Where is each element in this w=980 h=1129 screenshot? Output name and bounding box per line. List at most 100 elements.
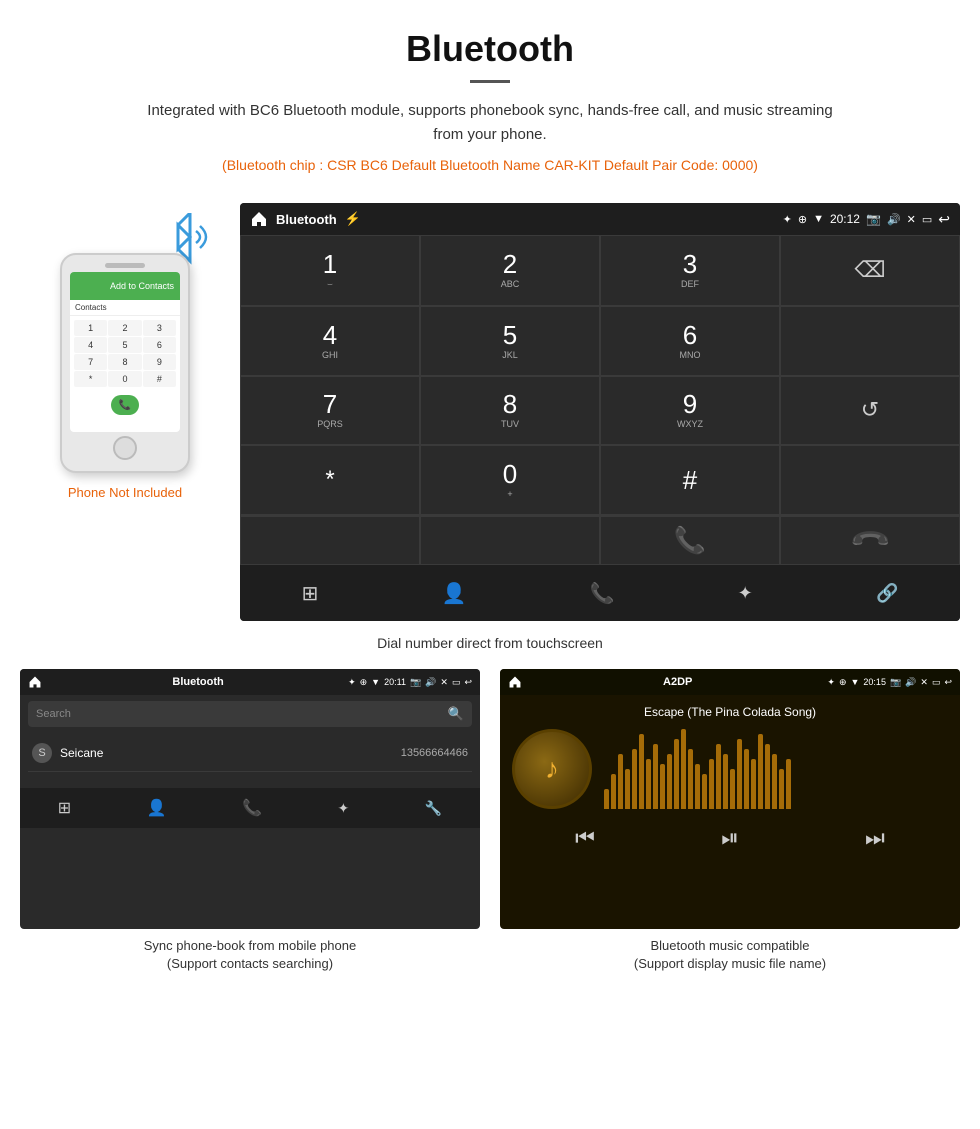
search-bar[interactable]: Search 🔍 [28,701,472,727]
dial-call-green-key[interactable]: 📞 [600,516,780,565]
phone-dial-4: 4 [74,337,107,353]
contact-number: 13566664466 [401,747,468,759]
empty-before-green [240,516,420,565]
pb-back-icon[interactable]: ↩ [464,677,472,688]
camera-icon: 📷 [866,212,881,226]
dial-key-backspace[interactable]: ⌫ [780,235,960,306]
car-statusbar-dial: Bluetooth ⚡ ✦ ⊕ ▼ 20:12 📷 🔊 ✕ ▭ ↩ [240,203,960,235]
phone-dial-8: 8 [108,354,141,370]
call-buttons-row: 📞 📞 [240,515,960,565]
dial-caption: Dial number direct from touchscreen [377,635,603,651]
vis-bar [716,744,721,809]
bottom-row: Bluetooth ✦ ⊕ ▼ 20:11 📷 🔊 ✕ ▭ ↩ [20,669,960,973]
music-playpause-btn[interactable]: ⏯ [721,825,739,851]
phone-dial-0: 0 [108,371,141,387]
nav-grid-icon[interactable]: ⊞ [302,581,319,606]
dial-key-refresh[interactable]: ↺ [780,376,960,446]
description: Integrated with BC6 Bluetooth module, su… [140,99,840,147]
phone-dial-hash: # [143,371,176,387]
mus-vol-icon: 🔊 [905,677,916,688]
dial-key-hash[interactable]: # [600,445,780,515]
music-main-content: Escape (The Pina Colada Song) ♪ ⏮ ⏯ ⏭ [500,695,960,867]
specs-text: (Bluetooth chip : CSR BC6 Default Blueto… [20,157,960,173]
vis-bar [688,749,693,809]
location-icon: ⊕ [798,213,807,226]
vis-bar [639,734,644,809]
vis-bar [737,739,742,809]
phone-dial-2: 2 [108,320,141,336]
car-bottom-nav-dial: ⊞ 👤 📞 ✦ 🔗 [240,565,960,621]
phonebook-screen-container: Bluetooth ✦ ⊕ ▼ 20:11 📷 🔊 ✕ ▭ ↩ [20,669,480,973]
music-album-art: ♪ [512,729,592,809]
phone-home-button[interactable] [113,436,137,460]
vis-bar [632,749,637,809]
music-statusbar: A2DP ✦ ⊕ ▼ 20:15 📷 🔊 ✕ ▭ ↩ [500,669,960,695]
page-header: Bluetooth Integrated with BC6 Bluetooth … [0,0,980,203]
car-screen-dial: Bluetooth ⚡ ✦ ⊕ ▼ 20:12 📷 🔊 ✕ ▭ ↩ [240,203,960,621]
music-song-title: Escape (The Pina Colada Song) [644,705,816,719]
dial-key-1[interactable]: 1⌣ [240,235,420,306]
nav-person-icon[interactable]: 👤 [442,581,467,606]
phone-dial-3: 3 [143,320,176,336]
mus-time: 20:15 [863,677,886,687]
pb-vol-icon: 🔊 [425,677,436,688]
pb-nav-grid[interactable]: ⊞ [58,798,71,818]
top-section: Add to Contacts Contacts 1 2 3 4 5 6 7 8 [20,203,960,621]
dial-key-0[interactable]: 0+ [420,445,600,515]
vis-bar [674,739,679,809]
phone-dial-star: * [74,371,107,387]
pb-nav-wrench[interactable]: 🔧 [425,800,442,817]
house-icon-music [508,675,522,689]
pb-nav-bt[interactable]: ✦ [338,800,350,817]
vis-bar [611,774,616,809]
nav-phone-icon[interactable]: 📞 [590,581,615,606]
nav-bt-icon[interactable]: ✦ [738,583,753,604]
phone-dial-1: 1 [74,320,107,336]
phone-screen: Add to Contacts Contacts 1 2 3 4 5 6 7 8 [70,272,180,432]
contact-item[interactable]: S Seicane 13566664466 [28,735,472,772]
dial-key-empty-1 [780,306,960,376]
dial-key-5[interactable]: 5JKL [420,306,600,376]
dial-key-8[interactable]: 8TUV [420,376,600,446]
pb-nav-person[interactable]: 👤 [147,798,167,818]
music-next-btn[interactable]: ⏭ [865,825,885,851]
music-caption: Bluetooth music compatible (Support disp… [500,937,960,973]
music-visualizer [604,729,948,809]
phone-not-included: Phone Not Included [68,485,182,500]
volume-icon: 🔊 [887,213,901,226]
phone-dial-6: 6 [143,337,176,353]
vis-bar [772,754,777,809]
mus-win-icon: ▭ [932,677,941,688]
vis-bar [786,759,791,809]
vis-bar [744,749,749,809]
house-icon[interactable] [250,210,268,228]
vis-bar [604,789,609,809]
search-placeholder: Search [36,708,448,720]
phonebook-caption: Sync phone-book from mobile phone (Suppo… [20,937,480,973]
dial-key-star[interactable]: * [240,445,420,515]
dial-key-2[interactable]: 2ABC [420,235,600,306]
dial-key-3[interactable]: 3DEF [600,235,780,306]
mus-back-icon[interactable]: ↩ [944,677,952,688]
phonebook-content: Search 🔍 S Seicane 13566664466 [20,695,480,778]
music-prev-btn[interactable]: ⏮ [575,825,595,851]
nav-link-icon[interactable]: 🔗 [876,583,898,604]
phone-dial-7: 7 [74,354,107,370]
vis-bar [765,744,770,809]
dial-key-9[interactable]: 9WXYZ [600,376,780,446]
phone-screen-label: Add to Contacts [110,281,174,291]
dial-key-4[interactable]: 4GHI [240,306,420,376]
pb-nav-phone[interactable]: 📞 [242,798,262,818]
dial-key-6[interactable]: 6MNO [600,306,780,376]
dial-call-red-key[interactable]: 📞 [780,516,960,565]
search-icon: 🔍 [448,706,464,722]
pb-bt-icon: ✦ [348,677,356,688]
phone-dialpad: 1 2 3 4 5 6 7 8 9 * 0 # [70,316,180,391]
usb-icon: ⚡ [345,211,361,227]
phonebook-bottom-nav: ⊞ 👤 📞 ✦ 🔧 [20,788,480,828]
phone-dial-9: 9 [143,354,176,370]
vis-bar [625,769,630,809]
vis-bar [667,754,672,809]
back-icon-dial[interactable]: ↩ [938,211,950,228]
dial-key-7[interactable]: 7PQRS [240,376,420,446]
